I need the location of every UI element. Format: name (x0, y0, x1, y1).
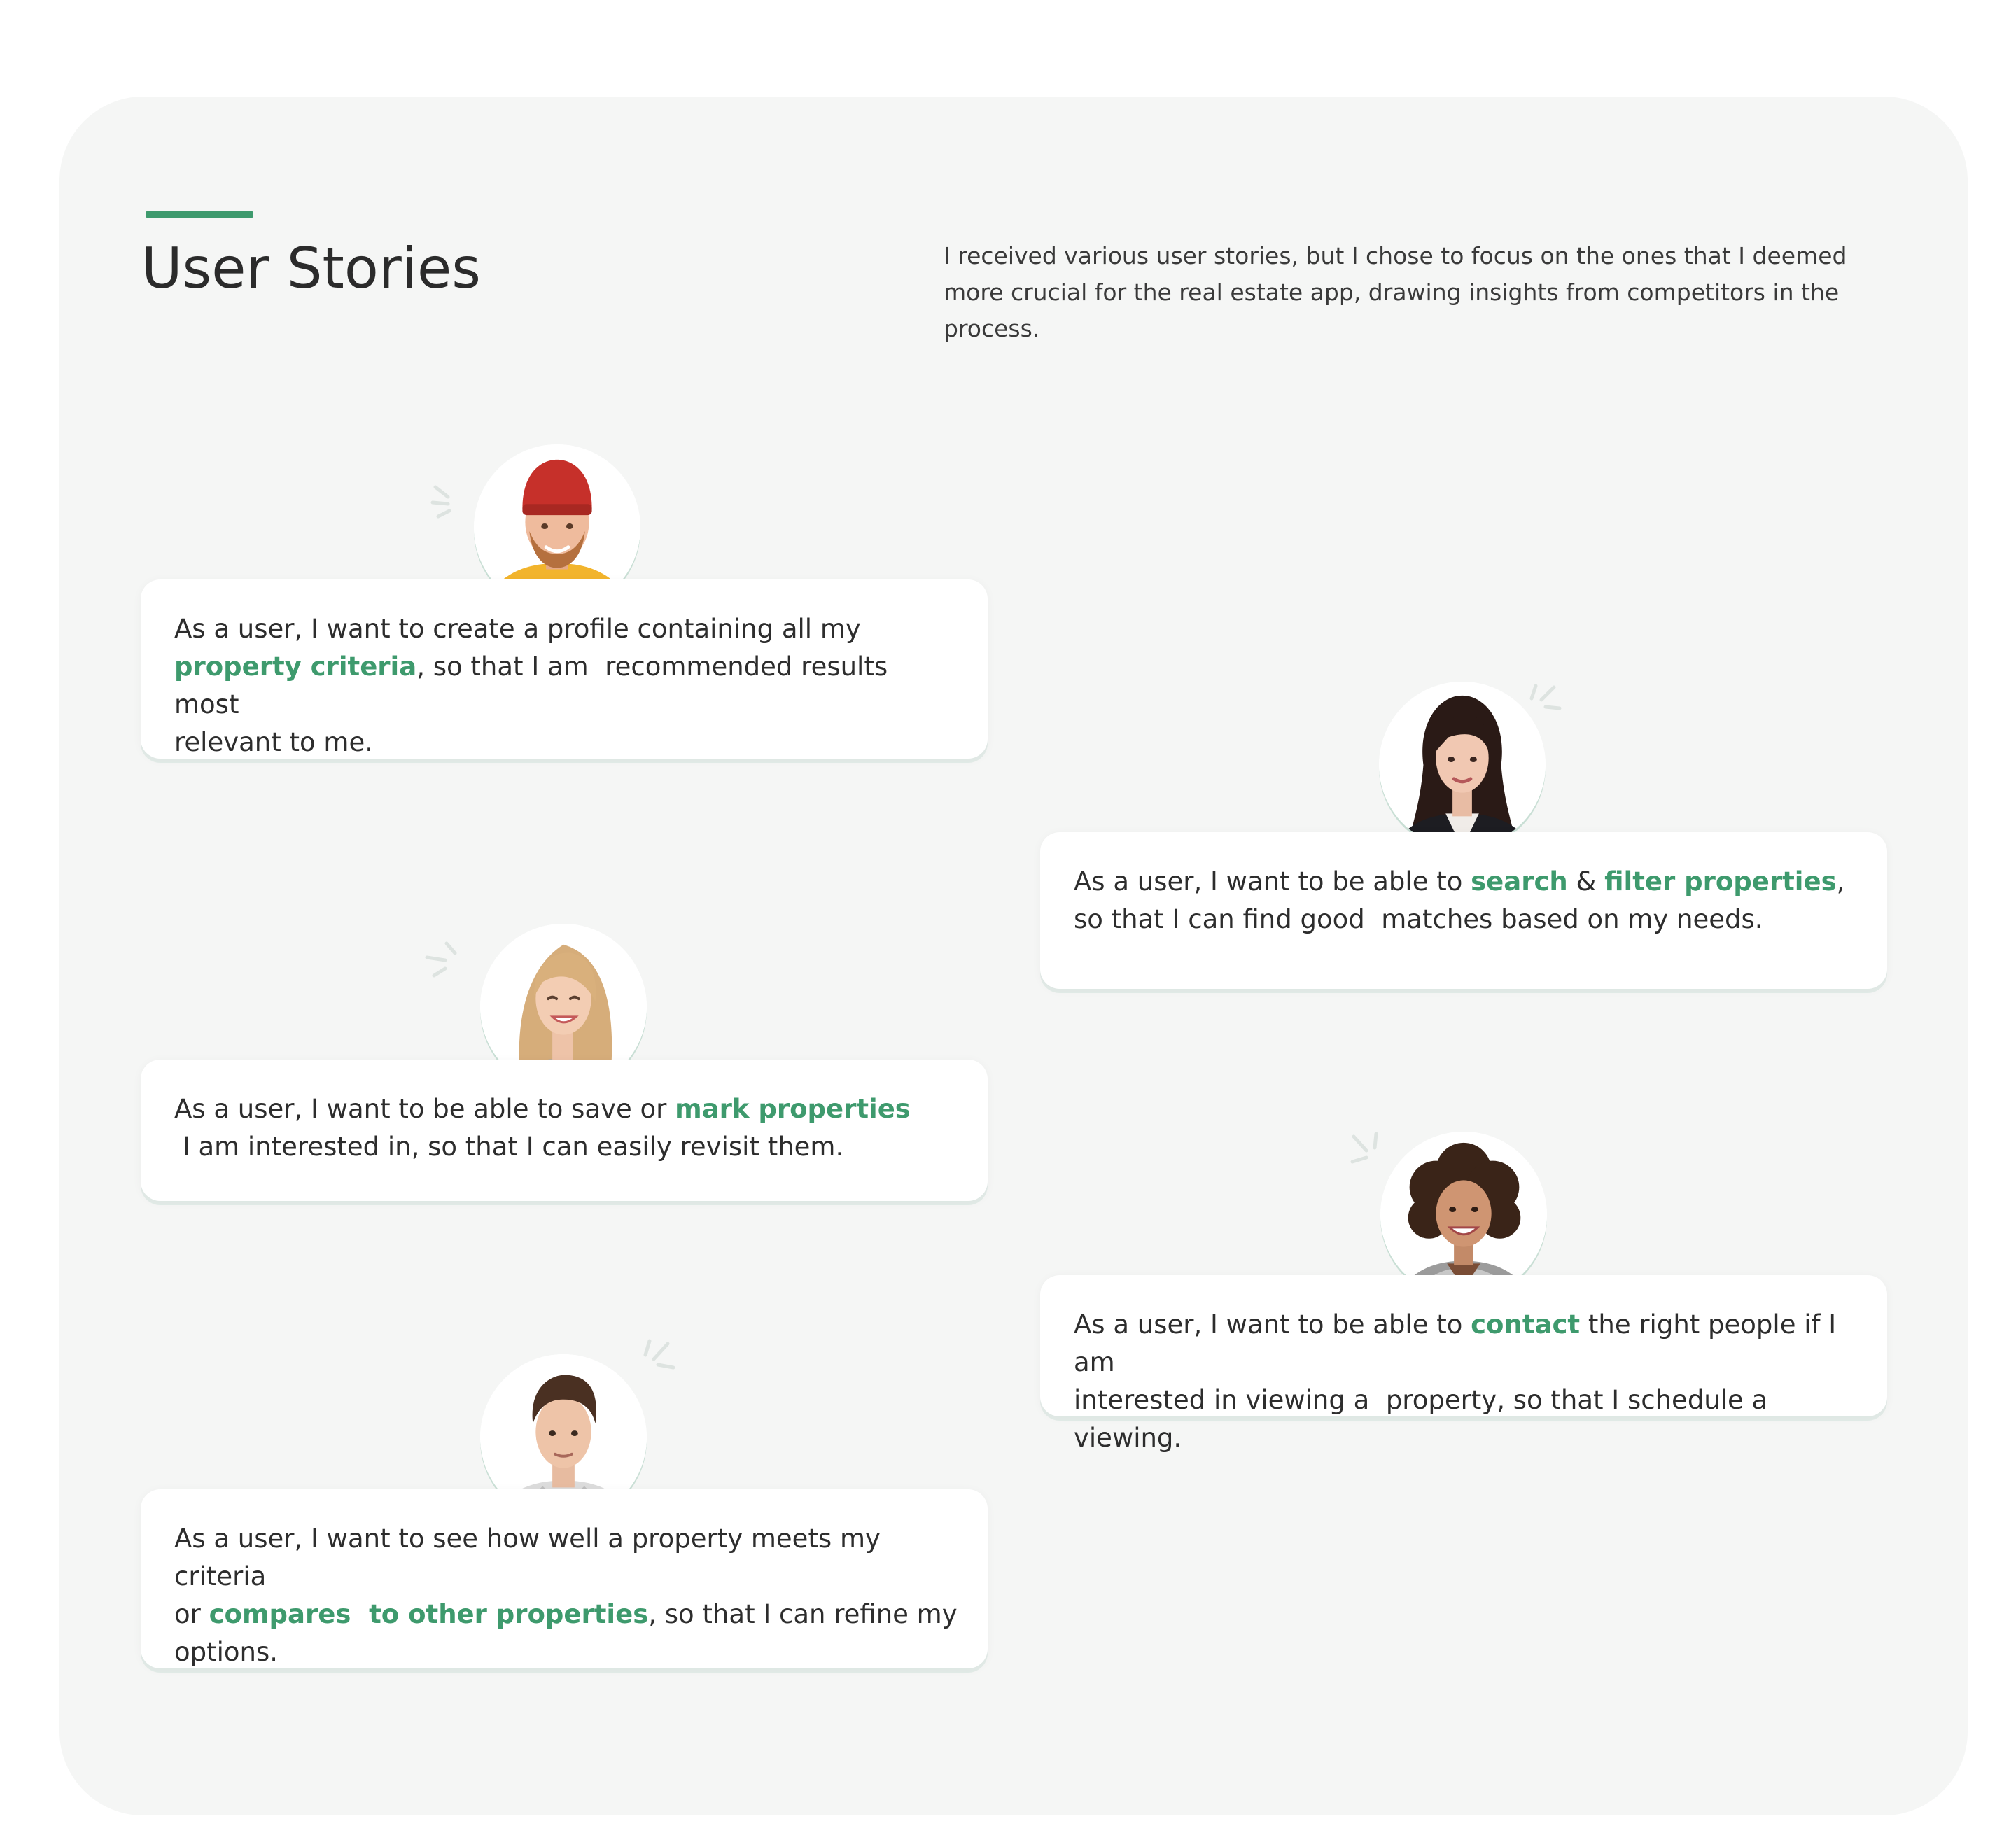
title-accent-bar (146, 211, 253, 218)
story-text-part: As a user, I want to be able to (1074, 866, 1471, 897)
story-text-part: I am interested in, so that I can easily… (182, 1132, 844, 1162)
story-text-part: & (1567, 866, 1605, 897)
story-highlight: contact (1471, 1309, 1581, 1340)
story-text: As a user, I want to be able to search &… (1074, 863, 1859, 938)
story-card-mark-properties: As a user, I want to be able to save or … (141, 1060, 988, 1201)
sparkle-icon (425, 941, 457, 978)
story-highlight: mark properties (675, 1094, 911, 1124)
story-text: As a user, I want to create a profile co… (174, 610, 960, 761)
intro-paragraph: I received various user stories, but I c… (944, 242, 1847, 342)
story-text: As a user, I want to be able to contact … (1074, 1306, 1859, 1457)
story-card-contact: As a user, I want to be able to contact … (1040, 1275, 1887, 1453)
story-card-compare-properties: As a user, I want to see how well a prop… (141, 1489, 988, 1668)
story-text: As a user, I want to see how well a prop… (174, 1520, 960, 1671)
sparkle-icon (643, 1339, 676, 1370)
sparkle-icon (1530, 684, 1562, 710)
story-highlight: filter properties (1604, 866, 1837, 897)
story-highlight: property criteria (174, 652, 417, 682)
story-highlight: search (1471, 866, 1568, 897)
story-text: As a user, I want to be able to save or … (174, 1090, 960, 1166)
story-card-search-filter: As a user, I want to be able to search &… (1040, 832, 1887, 989)
sparkle-icon (430, 485, 451, 519)
story-text-part: As a user, I want to create a profile co… (174, 614, 861, 644)
sparkle-icon (1350, 1132, 1378, 1164)
avatar-woman-curly-hair (1380, 1132, 1547, 1298)
avatar-woman-dark-hair (1379, 682, 1546, 848)
story-text-part: As a user, I want to be able to (1074, 1309, 1471, 1340)
story-highlight: compares to other properties (209, 1599, 649, 1629)
story-card-profile-criteria: As a user, I want to create a profile co… (141, 579, 988, 759)
story-text-part: As a user, I want to be able to save or (174, 1094, 676, 1124)
page-title: User Stories (141, 236, 481, 301)
